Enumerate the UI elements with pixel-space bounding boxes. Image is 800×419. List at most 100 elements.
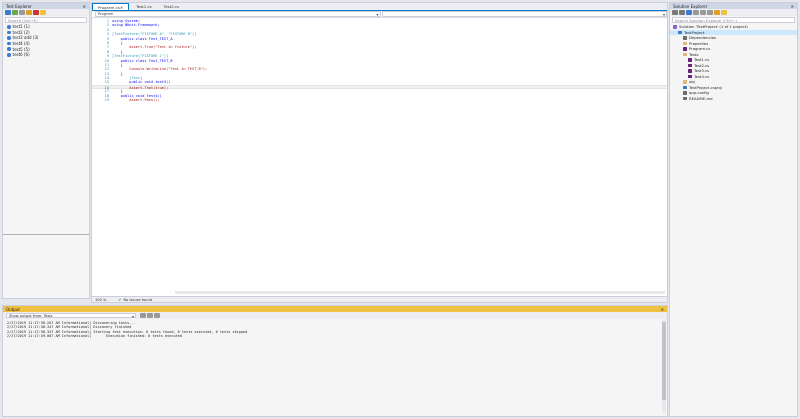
run-icon[interactable] [12,10,18,15]
output-text[interactable]: 2/27/2019 11:17:58.207 AM Informational]… [3,319,667,341]
output-title: Output [6,306,20,312]
solution-item-label: README.md [689,95,713,101]
type-dropdown-value: Program [98,12,114,16]
find-icon[interactable] [140,313,146,318]
test-explorer-title: Test Explorer [6,3,32,9]
test-list-item[interactable]: test6 (6) [3,52,89,58]
cs-icon [683,47,687,51]
horizontal-scrollbar[interactable] [175,291,665,294]
solution-toolbar [670,9,797,16]
cs-icon [688,74,692,78]
solution-explorer-title: Solution Explorer [673,3,708,9]
chevron-down-icon: ▾ [662,12,665,17]
output-toolbar: Show output from: Tests ▾ [3,312,667,319]
refresh-icon[interactable] [700,10,706,15]
panel-divider[interactable] [3,234,89,235]
ref-icon [683,36,687,40]
output-line: 2/27/2019 11:17:59.007 AM Informational]… [7,334,182,339]
close-tab-icon[interactable]: ✕ [120,5,123,10]
check-icon: ✔ [118,297,122,302]
code-text: Assert.True("Test in fixture"); [112,45,197,50]
navigation-bar: Program ▾ ▾ [92,11,667,18]
test-status-icon [7,30,11,35]
code-area[interactable]: 1 using System; 2 using NUnit.Framework; 3 4[… [92,19,667,292]
editor-tab-label: Program.cs [98,4,120,10]
close-icon[interactable]: ✕ [661,307,664,312]
output-source-dropdown[interactable]: Show output from: Tests ▾ [6,312,136,319]
clear-icon[interactable] [147,313,153,318]
solution-search-input[interactable]: Search Solution Explorer (Ctrl+;) [672,17,795,23]
scrollbar-thumb[interactable] [662,322,666,400]
test-label: test5 (5) [12,46,30,52]
prj-icon [678,30,682,34]
test-status-icon [7,36,11,40]
editor-tab-bar: Program.cs ✕ Test1.cs Test2.cs [92,3,667,11]
solution-tree-item[interactable]: README.md [670,96,797,102]
cs-icon [688,58,692,62]
editor-tab[interactable]: Test2.cs [159,3,185,10]
output-panel: Output ✕ Show output from: Tests ▾ 2/27/… [2,305,668,417]
test-label: test1 (1) [12,24,30,30]
close-icon[interactable]: ✕ [83,4,86,9]
editor-status-bar: 100 % ✔ No issues found [92,296,667,302]
failed-filter-icon[interactable] [33,10,39,15]
collapse-icon[interactable] [707,10,713,15]
cs-icon [688,63,692,67]
chevron-down-icon: ▾ [131,313,134,319]
prj-icon [683,85,687,89]
line-number: 16 [104,85,109,90]
solution-tree: Solution 'TestProject' (1 of 1 project) T… [670,24,797,101]
properties-icon[interactable] [714,10,720,15]
code-text: using NUnit.Framework; [112,23,160,28]
test-search-input[interactable]: Search (Ctrl+E) [5,17,87,23]
code-text: Console.WriteLine("Test in TEST_B"); [112,67,208,72]
editor-tab[interactable]: Program.cs ✕ [92,3,130,10]
member-dropdown[interactable]: ▾ [381,11,667,17]
test-status-icon [7,41,11,46]
folder-icon [683,80,687,84]
home-icon[interactable] [686,10,692,15]
test-explorer-toolbar [3,9,89,16]
test-label: test6 (6) [12,52,30,58]
folder-icon [683,52,687,56]
code-text: public void test3() [112,80,171,85]
output-source-value: Show output from: Tests [9,313,53,318]
preview-icon[interactable] [721,10,727,15]
ref-icon [683,96,687,100]
word-wrap-icon[interactable] [154,313,160,318]
code-text: Assert.Pass(); [112,98,160,103]
solution-explorer-panel: Solution Explorer ✕ Search Solution Expl… [669,2,798,417]
sln-icon [673,25,677,29]
zoom-level[interactable]: 100 % [95,298,106,302]
code-text: Assert.That(true); [112,85,169,90]
solution-item-label: Test4.cs [694,73,710,79]
test-status-icon [7,25,11,29]
test-label: test3 add (3) [12,35,39,41]
test-label: test4 (4) [12,41,30,47]
forward-icon[interactable] [679,10,685,15]
chevron-down-icon: ▾ [376,12,379,17]
sync-icon[interactable] [693,10,699,15]
test-status-icon [7,53,11,57]
issues-status[interactable]: No issues found [123,298,152,302]
test-label: test2 (2) [12,29,30,35]
test-explorer-panel: Test Explorer ✕ Search (Ctrl+E) test1 (1… [2,2,90,299]
close-icon[interactable]: ✕ [791,4,794,9]
playlist-icon[interactable] [19,10,25,15]
test-list: test1 (1) test2 (2) test3 add (3) test4 (4)… [3,24,89,58]
run-all-icon[interactable] [5,10,11,15]
editor-tab[interactable]: Test1.cs [131,3,157,10]
line-number: 15 [104,80,109,85]
editor-tab-label: Test1.cs [136,4,152,9]
cs-icon [688,69,692,73]
code-line[interactable]: 19 Assert.Pass(); [92,98,667,102]
code-editor: Program.cs ✕ Test1.cs Test2.cs Program ▾ ▾… [91,2,668,303]
back-icon[interactable] [672,10,678,15]
type-dropdown[interactable]: Program ▾ [95,11,381,17]
line-number: 19 [104,98,109,103]
ref-icon [683,91,687,95]
editor-tab-label: Test2.cs [163,4,180,9]
test-status-icon [7,47,11,51]
settings-icon[interactable] [40,10,46,15]
warning-filter-icon[interactable] [26,10,32,15]
